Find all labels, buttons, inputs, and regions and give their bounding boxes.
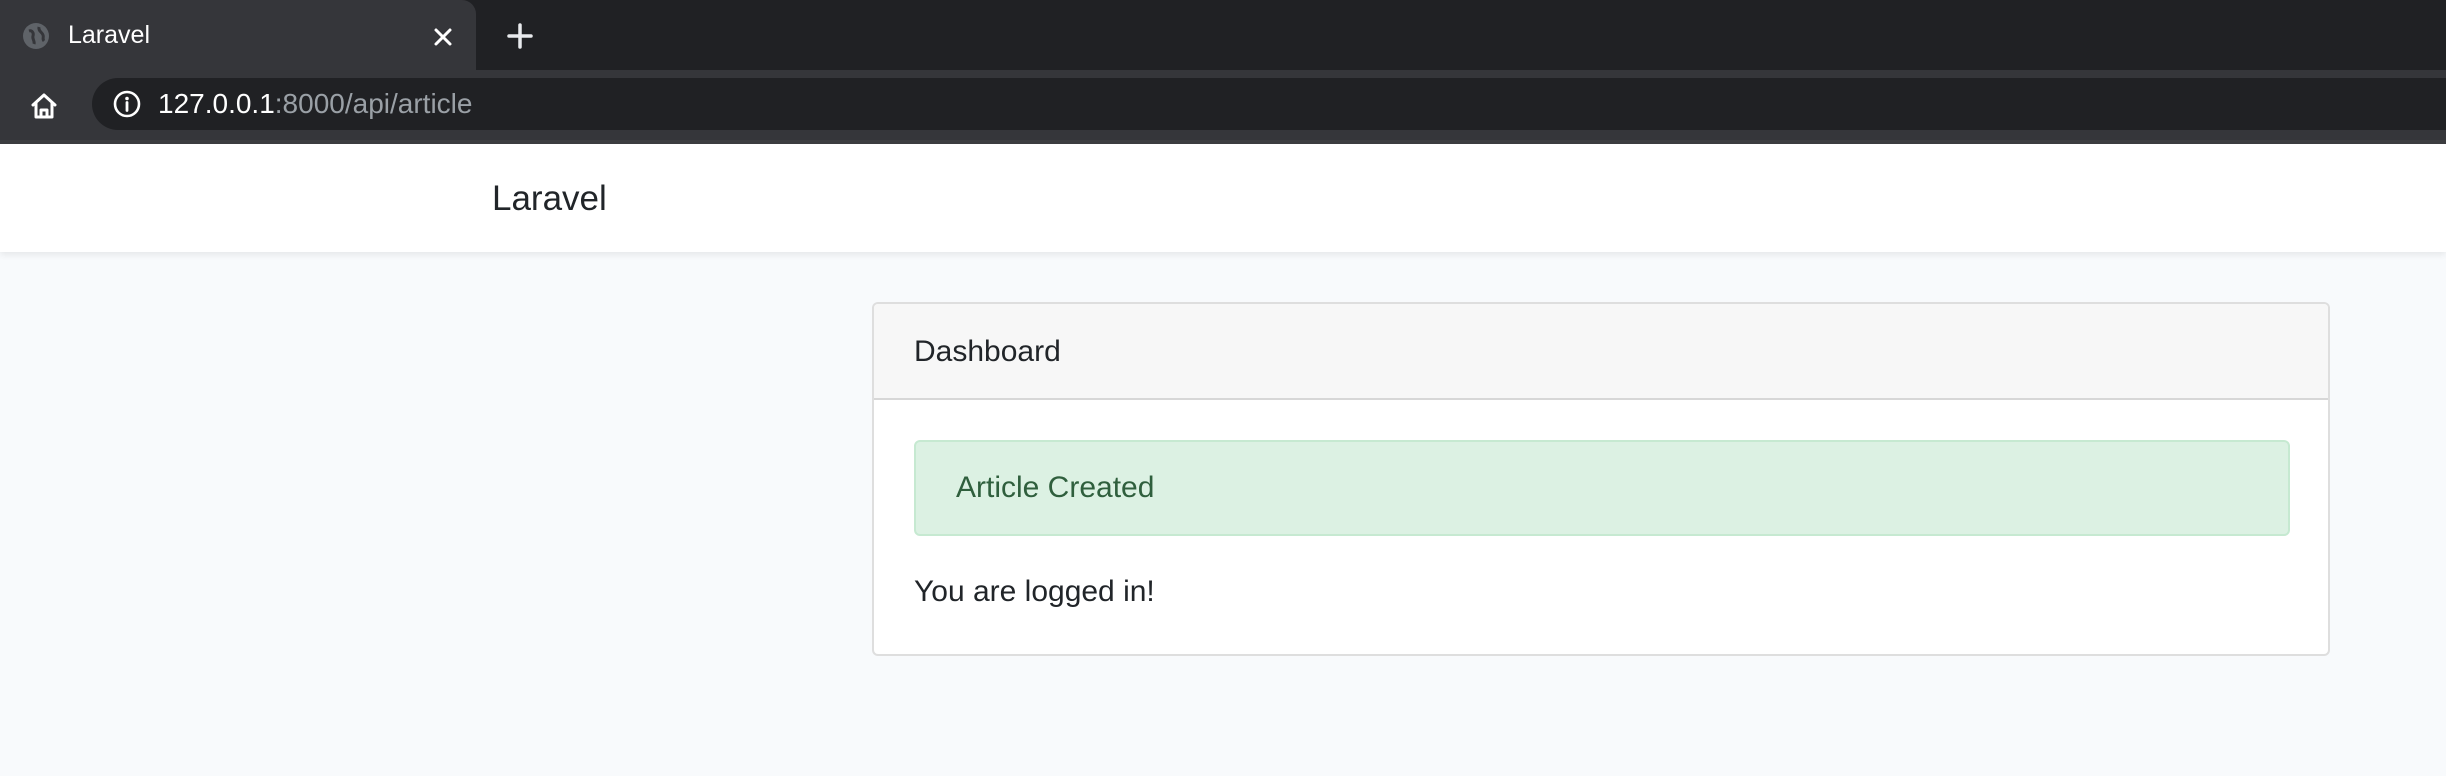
- url-text[interactable]: 127.0.0.1:8000/api/article: [158, 88, 472, 120]
- browser-toolbar: 127.0.0.1:8000/api/article: [0, 70, 2446, 140]
- alert-message: Article Created: [956, 471, 1155, 504]
- tab-title: Laravel: [68, 21, 150, 49]
- globe-icon: [23, 23, 49, 49]
- browser-tab[interactable]: Laravel: [0, 0, 476, 70]
- url-host: 127.0.0.1: [158, 88, 275, 119]
- plus-icon[interactable]: [504, 20, 536, 52]
- navbar: Laravel: [0, 144, 2446, 252]
- dashboard-card: Dashboard Article Created You are logged…: [872, 302, 2330, 656]
- login-status-text: You are logged in!: [914, 575, 1155, 608]
- success-alert: Article Created: [914, 440, 2290, 536]
- browser-tabstrip: Laravel: [0, 0, 2446, 70]
- address-bar[interactable]: 127.0.0.1:8000/api/article: [92, 78, 2446, 130]
- navbar-brand[interactable]: Laravel: [492, 178, 607, 220]
- home-icon[interactable]: [28, 90, 60, 122]
- card-header: Dashboard: [874, 304, 2328, 400]
- info-icon[interactable]: [112, 89, 142, 119]
- card-title: Dashboard: [914, 335, 1061, 368]
- url-path: :8000/api/article: [274, 88, 473, 119]
- close-icon[interactable]: [428, 22, 458, 52]
